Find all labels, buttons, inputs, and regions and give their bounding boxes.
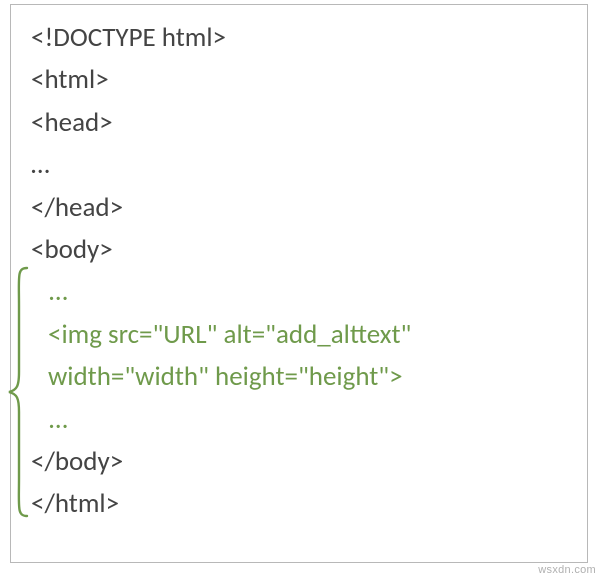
code-line-ellipsis-body-bottom: … xyxy=(31,399,576,441)
code-line-html-close: </html> xyxy=(31,483,576,525)
code-line-img-tag-a: <img src="URL" alt="add_alttext" xyxy=(31,314,576,356)
code-line-ellipsis-head: … xyxy=(31,144,576,186)
code-line-body-open: <body> xyxy=(31,229,576,271)
code-line-ellipsis-body-top: … xyxy=(31,271,576,313)
code-line-head-open: <head> xyxy=(31,102,576,144)
code-line-html-open: <html> xyxy=(31,59,576,101)
code-line-head-close: </head> xyxy=(31,187,576,229)
code-block: <!DOCTYPE html> <html> <head> … </head> … xyxy=(31,17,576,526)
watermark-text: wsxdn.com xyxy=(538,564,596,576)
curly-brace-icon xyxy=(7,266,29,518)
code-line-body-close: </body> xyxy=(31,441,576,483)
code-line-img-tag-b: width="width" height="height"> xyxy=(31,356,576,398)
code-line-doctype: <!DOCTYPE html> xyxy=(31,17,576,59)
code-snippet-panel: <!DOCTYPE html> <html> <head> … </head> … xyxy=(10,4,588,563)
